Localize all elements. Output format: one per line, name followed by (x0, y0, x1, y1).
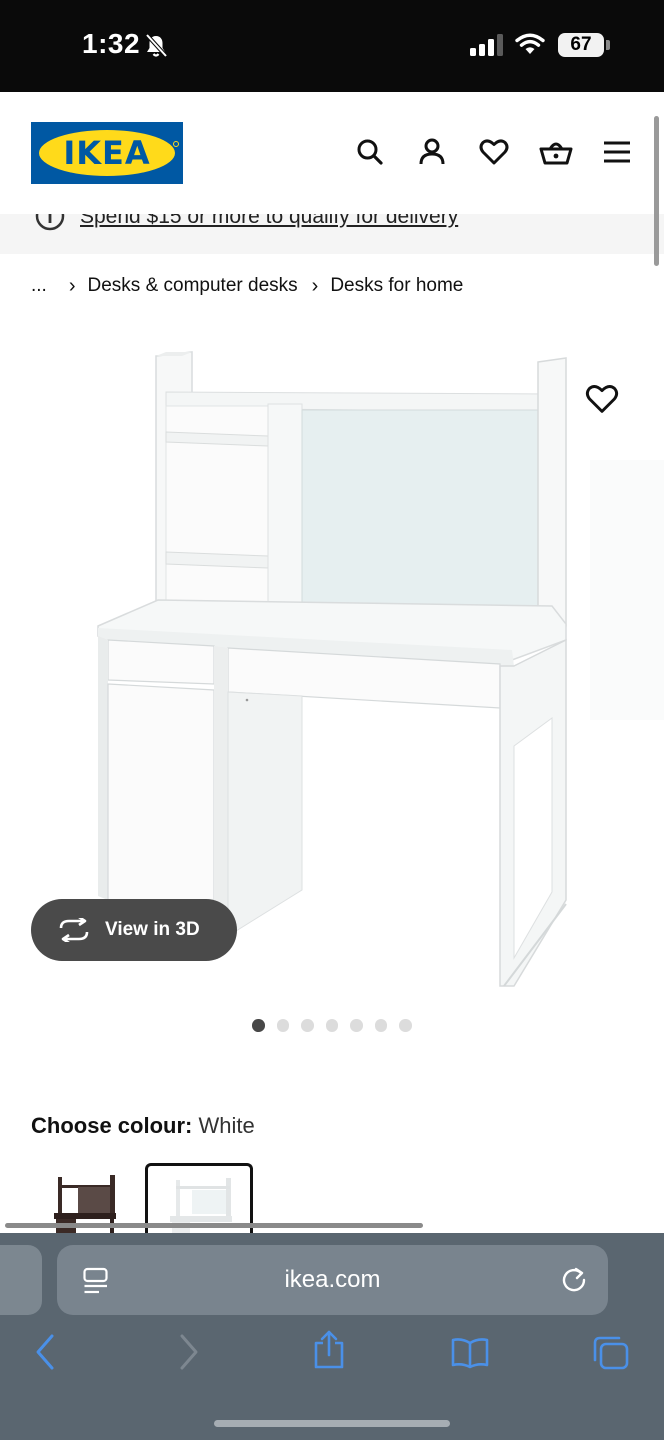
address-bar[interactable]: ikea.com (57, 1245, 608, 1315)
logo-text: IKEA (63, 134, 151, 172)
carousel-dots (252, 1019, 412, 1032)
breadcrumb-item[interactable]: Desks for home (330, 275, 463, 297)
wifi-icon (514, 32, 546, 61)
carousel-dot[interactable] (325, 1019, 338, 1032)
colour-value: White (198, 1113, 255, 1138)
breadcrumb-ellipsis[interactable]: ... (31, 275, 47, 297)
ikea-logo[interactable]: IKEA (31, 122, 183, 184)
battery-cap (606, 40, 610, 50)
search-icon[interactable] (354, 136, 386, 168)
delivery-link[interactable]: Spend $15 or more to qualify for deliver… (80, 214, 458, 229)
colour-swatch-white[interactable] (145, 1163, 253, 1243)
menu-icon[interactable] (602, 136, 634, 168)
browser-toolbar: ikea.com (0, 1233, 664, 1440)
favourite-heart-icon[interactable] (584, 381, 620, 417)
rotate-3d-icon (57, 918, 91, 942)
account-icon[interactable] (416, 136, 448, 168)
basket-icon[interactable] (539, 136, 573, 168)
carousel-dot[interactable] (399, 1019, 412, 1032)
battery-icon: 67 (558, 33, 604, 57)
url-text[interactable]: ikea.com (57, 1245, 608, 1315)
breadcrumb-item[interactable]: Desks & computer desks (88, 275, 298, 297)
heart-icon[interactable] (478, 136, 510, 168)
colour-selector-heading: Choose colour: White (31, 1113, 255, 1139)
view-in-3d-label: View in 3D (105, 919, 200, 940)
status-bar: 1:32 67 (0, 0, 664, 92)
share-icon[interactable] (313, 1329, 345, 1376)
registered-mark (173, 141, 179, 147)
back-icon[interactable] (34, 1333, 56, 1376)
chevron-right-icon: › (311, 274, 319, 297)
colour-label: Choose colour: (31, 1113, 193, 1138)
carousel-dot[interactable] (301, 1019, 314, 1032)
page-scrollbar[interactable] (654, 116, 659, 266)
chevron-right-icon: › (68, 274, 76, 297)
bell-muted-icon (144, 33, 168, 64)
site-header: IKEA (0, 92, 664, 214)
forward-icon[interactable] (178, 1333, 200, 1376)
cellular-signal-icon (470, 34, 504, 61)
carousel-dot[interactable] (252, 1019, 265, 1032)
breadcrumb: ... › Desks & computer desks › Desks for… (31, 272, 463, 300)
delivery-banner[interactable]: Spend $15 or more to qualify for deliver… (0, 214, 664, 254)
status-time: 1:32 (82, 28, 141, 59)
carousel-dot[interactable] (350, 1019, 363, 1032)
tabs-icon[interactable] (592, 1335, 630, 1376)
carousel-dot[interactable] (374, 1019, 387, 1032)
carousel-dot[interactable] (276, 1019, 289, 1032)
info-icon (34, 214, 66, 237)
home-indicator (214, 1420, 450, 1427)
bookmarks-icon[interactable] (450, 1337, 490, 1374)
colour-swatch-black-brown[interactable] (36, 1163, 144, 1243)
horizontal-scrollbar[interactable] (5, 1223, 423, 1228)
view-in-3d-button[interactable]: View in 3D (31, 899, 237, 961)
reload-icon[interactable] (560, 1266, 588, 1299)
previous-tab-peek[interactable] (0, 1245, 42, 1315)
